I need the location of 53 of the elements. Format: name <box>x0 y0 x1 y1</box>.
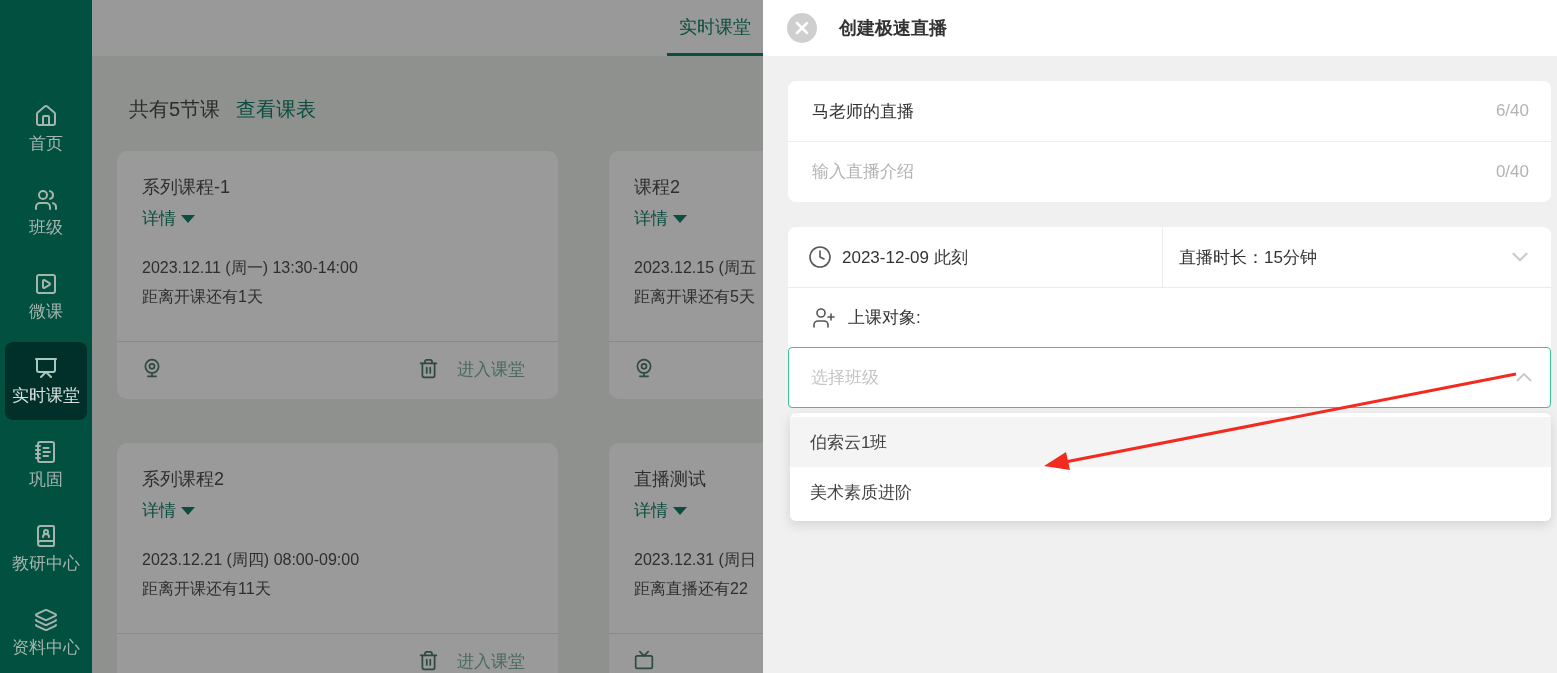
user-plus-icon <box>812 305 836 330</box>
clock-icon <box>808 245 832 269</box>
sidebar-item[interactable]: 微课 <box>5 258 87 336</box>
chevron-up-icon <box>1516 373 1532 382</box>
webcam-icon <box>634 358 654 378</box>
tv-icon <box>634 650 654 670</box>
caret-icon <box>181 506 195 515</box>
countdown: 距离开课还有11天 <box>142 579 272 599</box>
sidebar-item[interactable]: 实时课堂 <box>5 342 87 420</box>
dropdown-option[interactable]: 伯索云1班 <box>790 417 1551 467</box>
caret-icon <box>673 506 687 515</box>
caret-icon <box>673 214 687 223</box>
start-time[interactable]: 2023-12-09 此刻 <box>842 245 968 269</box>
course-time: 2023.12.15 (周五 <box>634 258 757 278</box>
char-counter: 6/40 <box>1495 101 1529 121</box>
text-field[interactable]: 马老师的直播 6/40 <box>788 81 1551 141</box>
trash-icon[interactable] <box>418 358 439 379</box>
countdown: 距离开课还有1天 <box>142 287 264 307</box>
nav-icon <box>34 187 58 212</box>
course-time: 2023.12.21 (周四) 08:00-09:00 <box>142 550 361 570</box>
details-toggle[interactable]: 详情 <box>634 207 687 230</box>
course-time: 2023.12.31 (周日 <box>634 550 757 570</box>
lesson-count: 共有5节课 <box>129 96 221 122</box>
nav-icon <box>34 271 58 296</box>
text-input[interactable]: 输入直播介绍 <box>812 142 1496 202</box>
nav-icon <box>34 355 58 380</box>
sidebar-item[interactable]: 首页 <box>5 90 87 168</box>
dropdown-option[interactable]: 美术素质进阶 <box>790 467 1551 517</box>
drawer-title: 创建极速直播 <box>839 17 947 40</box>
details-toggle[interactable]: 详情 <box>634 499 687 522</box>
trash-icon[interactable] <box>418 650 439 671</box>
countdown: 距离开课还有5天 <box>634 287 756 307</box>
course-time: 2023.12.11 (周一) 13:30-14:00 <box>142 258 359 278</box>
text-input[interactable]: 马老师的直播 <box>812 81 1496 141</box>
sidebar-item[interactable]: 班级 <box>5 174 87 252</box>
caret-icon <box>181 214 195 223</box>
nav-icon <box>34 103 58 128</box>
countdown: 距离直播还有22 <box>634 579 749 599</box>
webcam-icon <box>142 358 162 378</box>
nav-icon <box>34 523 58 548</box>
course-title: 系列课程-1 <box>142 176 231 199</box>
sidebar-item[interactable]: 巩固 <box>5 426 87 504</box>
nav-icon <box>34 439 58 464</box>
course-title: 课程2 <box>634 176 681 199</box>
course-title: 直播测试 <box>634 468 707 491</box>
nav-icon <box>34 607 58 632</box>
sidebar-item[interactable]: 资料中心 <box>5 594 87 672</box>
sidebar-item[interactable]: 教研中心 <box>5 510 87 588</box>
schedule-link[interactable]: 查看课表 <box>236 95 317 123</box>
course-title: 系列课程2 <box>142 468 225 491</box>
char-counter: 0/40 <box>1495 162 1529 182</box>
duration-select[interactable]: 直播时长：15分钟 <box>1162 227 1551 287</box>
audience-label: 上课对象: <box>848 307 921 329</box>
